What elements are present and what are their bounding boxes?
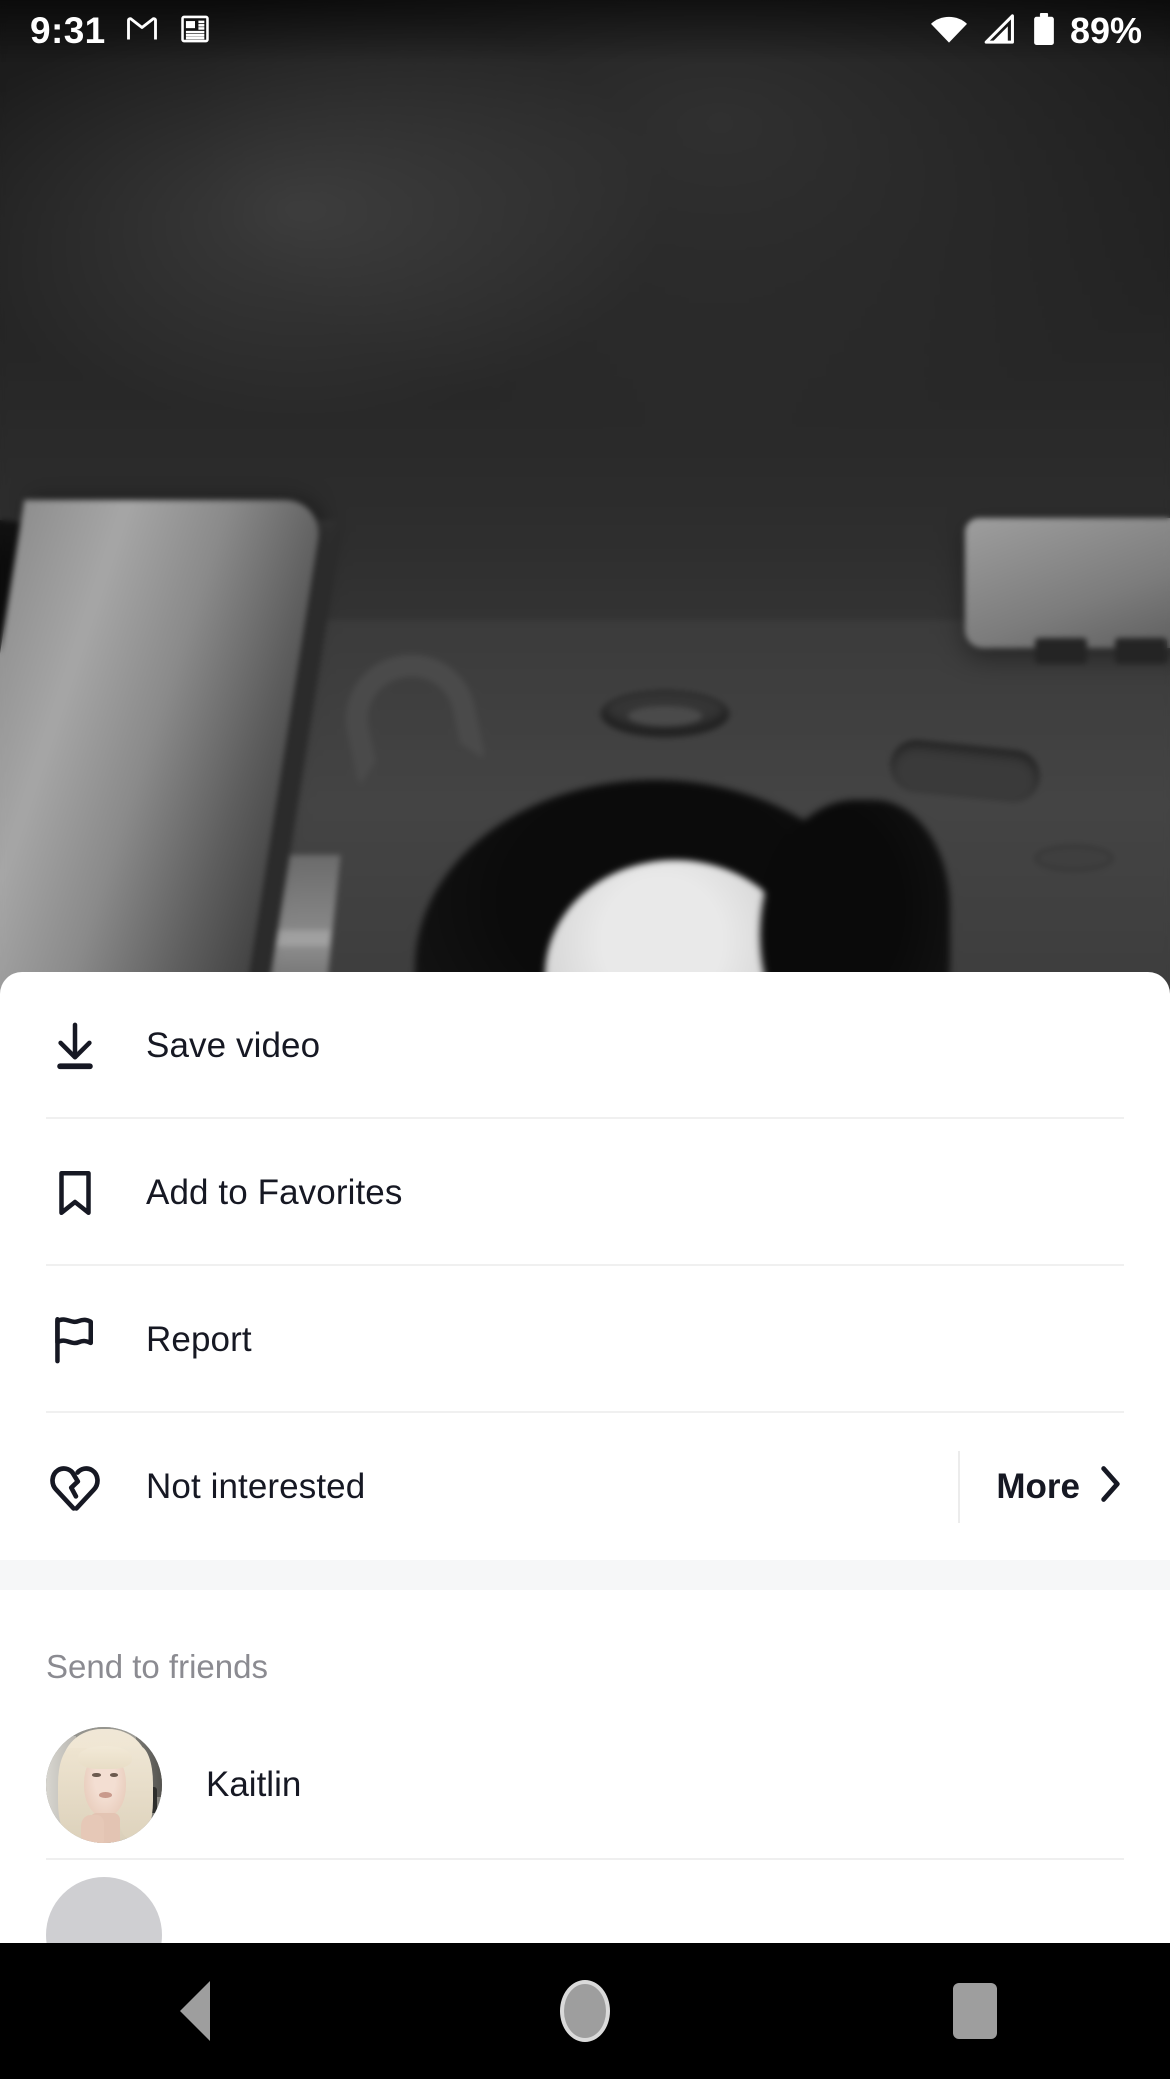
section-separator-band [0, 1560, 1170, 1590]
battery-icon [1031, 12, 1057, 51]
flag-icon [46, 1311, 104, 1369]
status-bar-clock: 9:31 [30, 10, 106, 51]
news-icon [178, 12, 212, 51]
avatar [46, 1727, 162, 1843]
friend-list-item[interactable]: Kaitlin [46, 1710, 1124, 1860]
status-bar: 9:31 89% [0, 0, 1170, 62]
bookmark-icon [46, 1164, 104, 1222]
nav-home-button[interactable] [510, 1961, 660, 2061]
menu-item-save-video[interactable]: Save video [0, 972, 1170, 1119]
send-to-friends-section: Send to friends Kaitlin [0, 1590, 1170, 1943]
nav-back-button[interactable] [120, 1961, 270, 2061]
share-bottom-sheet: Save video Add to Favorites Report Not i… [0, 972, 1170, 1943]
menu-item-label: Report [146, 1319, 252, 1359]
more-button[interactable]: More [958, 1450, 1124, 1523]
gmail-icon [124, 11, 160, 52]
square-recents-icon [953, 1983, 997, 2039]
status-bar-right: 89% [929, 10, 1142, 52]
android-navigation-bar [0, 1943, 1170, 2079]
battery-percent-label: 89% [1069, 10, 1142, 51]
menu-item-label: Not interested [146, 1466, 366, 1506]
broken-heart-icon [46, 1458, 104, 1516]
action-menu: Save video Add to Favorites Report Not i… [0, 972, 1170, 1560]
menu-item-not-interested[interactable]: Not interested More [0, 1413, 1170, 1560]
avatar [46, 1877, 162, 1943]
menu-item-label: Save video [146, 1025, 321, 1065]
circle-home-icon [560, 1980, 610, 2042]
chevron-right-icon [1096, 1464, 1124, 1509]
friend-name: Kaitlin [206, 1765, 302, 1804]
triangle-back-icon [180, 1981, 210, 2041]
nav-recents-button[interactable] [900, 1961, 1050, 2061]
download-icon [46, 1017, 104, 1075]
wifi-icon [929, 13, 969, 50]
menu-item-report[interactable]: Report [0, 1266, 1170, 1413]
menu-item-add-to-favorites[interactable]: Add to Favorites [0, 1119, 1170, 1266]
friend-list-item[interactable] [46, 1860, 1124, 1943]
more-label: More [996, 1466, 1080, 1506]
menu-item-label: Add to Favorites [146, 1172, 403, 1212]
status-bar-left: 9:31 [30, 10, 212, 52]
send-to-friends-title: Send to friends [46, 1648, 268, 1685]
cellular-signal-icon [982, 13, 1018, 50]
